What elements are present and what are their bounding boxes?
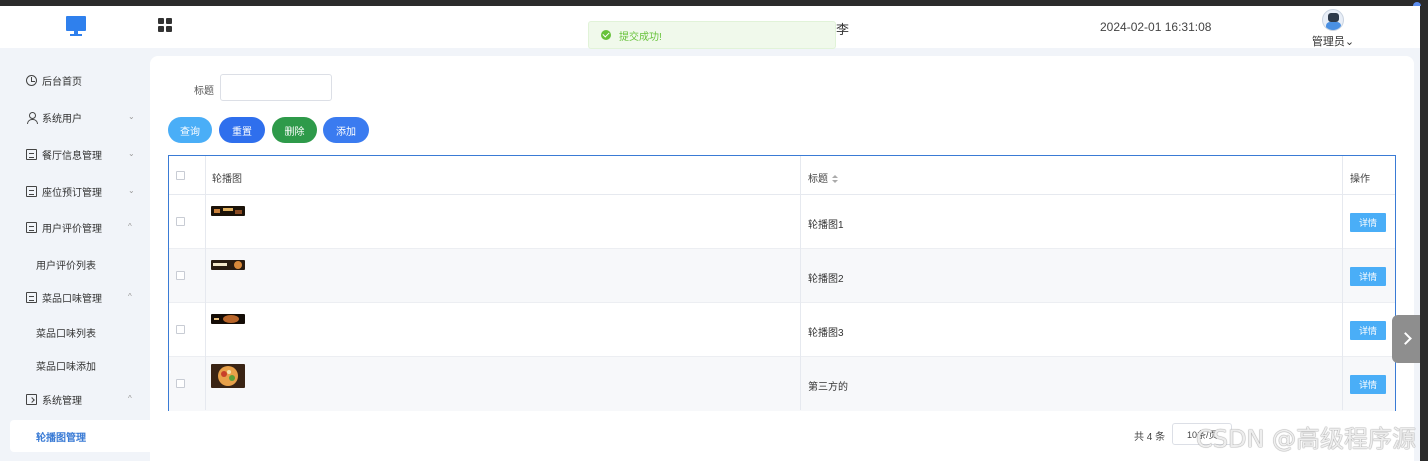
column-header-image: 轮播图 — [212, 174, 242, 185]
row-checkbox[interactable] — [176, 325, 185, 334]
detail-button[interactable]: 详情 — [1350, 375, 1386, 394]
chevron-down-icon: ⌄ — [1344, 36, 1355, 48]
reset-button[interactable]: 重置 — [219, 117, 265, 143]
chevron-up-icon: ^ — [128, 222, 132, 231]
detail-button[interactable]: 详情 — [1350, 267, 1386, 286]
sidebar-item-label: 轮播图管理 — [36, 432, 86, 444]
detail-button[interactable]: 详情 — [1350, 321, 1386, 340]
sidebar-subitem-carousel-management[interactable]: 轮播图管理 — [10, 420, 150, 452]
folder-icon — [26, 393, 37, 405]
detail-button[interactable]: 详情 — [1350, 213, 1386, 232]
sidebar-item-system-management[interactable]: 系统管理 ^ — [0, 384, 150, 414]
user-icon — [26, 111, 38, 124]
row-title: 轮播图1 — [808, 220, 844, 231]
sidebar-item-label: 系统管理 — [42, 395, 82, 407]
window-right-edge — [1420, 6, 1428, 461]
page-title-fragment: 李 — [836, 22, 850, 37]
sidebar-item-label: 后台首页 — [42, 76, 82, 88]
table-row: 轮播图3 详情 — [169, 303, 1395, 357]
toast-message: 提交成功! — [619, 31, 662, 43]
sidebar-item-seat-booking[interactable]: 座位预订管理 ⌄ — [0, 176, 150, 206]
sidebar-item-label: 菜品口味添加 — [36, 361, 96, 373]
row-title: 第三方的 — [808, 382, 848, 393]
pagination-total: 共 4 条 — [1134, 432, 1166, 443]
user-menu[interactable]: 管理员⌄ — [1308, 9, 1358, 49]
avatar — [1322, 9, 1344, 31]
username: 管理员 — [1311, 36, 1345, 48]
column-header-title[interactable]: 标题 — [808, 170, 838, 185]
chevron-down-icon: ⌄ — [128, 112, 135, 121]
delete-button[interactable]: 删除 — [272, 117, 317, 143]
carousel-thumbnail — [211, 260, 245, 270]
column-header-title-label: 标题 — [808, 174, 828, 185]
card-icon — [26, 148, 37, 160]
search-title-input[interactable] — [220, 74, 332, 101]
table-row: 轮播图2 详情 — [169, 249, 1395, 303]
column-divider — [1342, 156, 1343, 410]
table-header: 轮播图 标题 操作 — [169, 156, 1395, 195]
sort-icon[interactable] — [832, 174, 838, 184]
card-icon — [26, 291, 37, 303]
sidebar-item-label: 座位预订管理 — [42, 187, 102, 199]
sidebar-item-dish-flavor[interactable]: 菜品口味管理 ^ — [0, 282, 150, 312]
column-divider — [205, 156, 206, 410]
chevron-down-icon: ⌄ — [128, 149, 135, 158]
sidebar-item-label: 系统用户 — [42, 113, 82, 125]
chevron-down-icon: ⌄ — [128, 186, 135, 195]
chevron-up-icon: ^ — [128, 292, 132, 301]
check-circle-icon — [601, 30, 611, 40]
sidebar-subitem-flavor-add[interactable]: 菜品口味添加 — [0, 352, 150, 378]
chevron-up-icon: ^ — [128, 394, 132, 403]
current-datetime: 2024-02-01 16:31:08 — [1100, 20, 1212, 34]
query-button[interactable]: 查询 — [168, 117, 212, 143]
sidebar-subitem-review-list[interactable]: 用户评价列表 — [0, 251, 150, 277]
column-header-actions: 操作 — [1350, 174, 1370, 185]
sidebar-item-label: 用户评价列表 — [36, 260, 96, 272]
table-row: 轮播图1 详情 — [169, 195, 1395, 249]
sidebar-item-label: 用户评价管理 — [42, 223, 102, 235]
sidebar-item-system-users[interactable]: 系统用户 ⌄ — [0, 102, 150, 132]
sidebar-item-home[interactable]: 后台首页 — [0, 65, 150, 95]
sidebar-subitem-flavor-list[interactable]: 菜品口味列表 — [0, 319, 150, 345]
carousel-thumbnail — [211, 206, 245, 216]
success-toast: 提交成功! — [588, 21, 836, 49]
add-button[interactable]: 添加 — [323, 117, 369, 143]
card-icon — [26, 185, 37, 197]
carousel-thumbnail — [211, 364, 245, 388]
carousel-thumbnail — [211, 314, 245, 324]
carousel-table: 轮播图 标题 操作 轮播图1 详情 轮播图2 详情 轮播图3 详情 第三方的 详… — [168, 155, 1396, 411]
watermark: CSDN @高级程序源 — [1196, 425, 1417, 453]
card-icon — [26, 221, 37, 233]
row-checkbox[interactable] — [176, 271, 185, 280]
sidebar-item-label: 菜品口味管理 — [42, 293, 102, 305]
column-divider — [800, 156, 801, 410]
chevron-right-icon[interactable] — [1392, 315, 1420, 363]
apps-grid-icon[interactable] — [158, 18, 172, 32]
select-all-checkbox[interactable] — [176, 171, 185, 180]
row-checkbox[interactable] — [176, 217, 185, 226]
row-title: 轮播图2 — [808, 274, 844, 285]
sidebar-item-restaurant-info[interactable]: 餐厅信息管理 ⌄ — [0, 139, 150, 169]
row-checkbox[interactable] — [176, 379, 185, 388]
sidebar-item-label: 餐厅信息管理 — [42, 150, 102, 162]
table-row: 第三方的 详情 — [169, 357, 1395, 411]
sidebar-item-label: 菜品口味列表 — [36, 328, 96, 340]
sidebar-item-user-reviews[interactable]: 用户评价管理 ^ — [0, 212, 150, 242]
row-title: 轮播图3 — [808, 328, 844, 339]
monitor-logo-icon — [66, 16, 86, 36]
clock-icon — [26, 74, 37, 86]
search-title-label: 标题 — [194, 86, 214, 97]
